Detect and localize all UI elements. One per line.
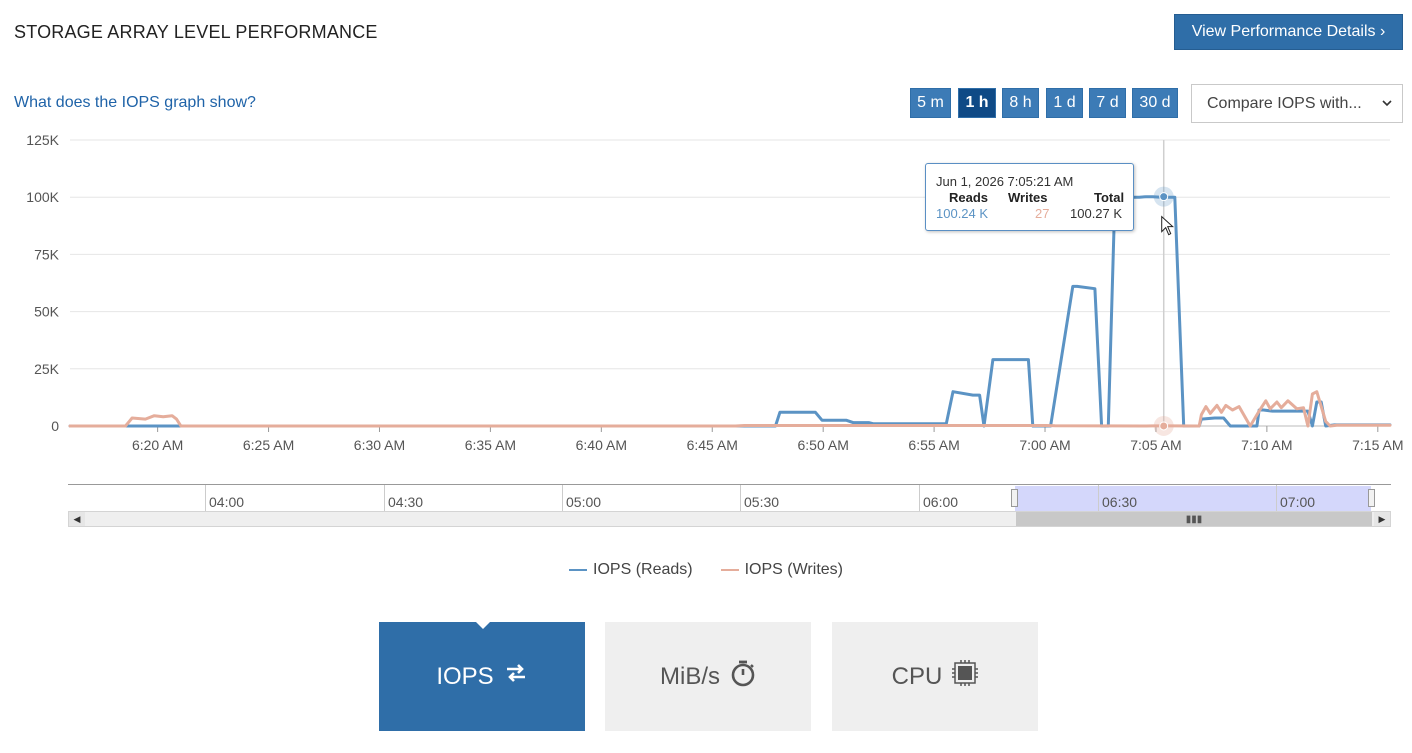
scroll-left-arrow-icon[interactable]: ◀ — [69, 512, 85, 526]
chevron-down-icon — [1382, 95, 1392, 116]
y-tick-label: 75K — [34, 246, 60, 262]
mibs-tile[interactable]: MiB/s — [605, 622, 811, 731]
y-tick-label: 25K — [34, 361, 60, 377]
hover-crosshair — [1153, 140, 1175, 436]
series-line-writes — [68, 390, 1392, 428]
navigator-left-handle[interactable] — [1011, 489, 1018, 507]
chart-tooltip: Jun 1, 2026 7:05:21 AM Reads Writes Tota… — [925, 163, 1134, 231]
y-tick-label: 100K — [26, 189, 59, 205]
scroll-right-arrow-icon[interactable]: ▶ — [1374, 512, 1390, 526]
y-tick-label: 50K — [34, 304, 60, 320]
legend-label-writes: IOPS (Writes) — [744, 561, 843, 578]
range-1d-button[interactable]: 1 d — [1046, 88, 1083, 118]
tooltip-reads-header: Reads — [949, 190, 989, 205]
tooltip-reads-value: 100.24 K — [936, 206, 989, 221]
view-performance-details-button[interactable]: View Performance Details › — [1174, 14, 1403, 50]
x-tick-label: 7:05 AM — [1130, 437, 1181, 453]
tooltip-writes-header: Writes — [1008, 190, 1048, 205]
cpu-tile-label: CPU — [891, 662, 943, 690]
navigator-tick — [1098, 485, 1099, 511]
navigator-label: 05:00 — [566, 494, 602, 510]
navigator-label: 05:30 — [744, 494, 780, 510]
navigator-right-handle[interactable] — [1368, 489, 1375, 507]
navigator-tick — [205, 485, 206, 511]
navigator-tick — [740, 485, 741, 511]
chart-grid — [70, 139, 1390, 427]
x-tick-label: 6:45 AM — [687, 437, 738, 453]
navigator-label: 06:00 — [923, 494, 959, 510]
page-title: STORAGE ARRAY LEVEL PERFORMANCE — [14, 22, 378, 42]
navigator-selection[interactable] — [1015, 486, 1371, 511]
legend-item-reads[interactable]: IOPS (Reads) — [569, 561, 693, 579]
active-tile-notch — [476, 622, 490, 629]
compare-iops-select[interactable]: Compare IOPS with... — [1191, 84, 1403, 123]
x-tick-label: 6:25 AM — [243, 437, 294, 453]
mibs-tile-label: MiB/s — [660, 662, 720, 690]
range-1h-button[interactable]: 1 h — [958, 88, 996, 118]
x-tick-label: 6:35 AM — [465, 437, 516, 453]
range-5m-button[interactable]: 5 m — [910, 88, 951, 118]
legend-item-writes[interactable]: IOPS (Writes) — [720, 561, 843, 579]
navigator-label: 04:30 — [388, 494, 424, 510]
y-tick-label: 125K — [26, 132, 59, 148]
stopwatch-icon — [730, 659, 756, 694]
legend-line-reads — [569, 569, 588, 571]
y-axis: 0 25K 50K 75K 100K 125K — [26, 132, 59, 434]
iops-chart[interactable]: 0 25K 50K 75K 100K 125K 6:20 AM 6:25 AM 6:30 AM… — [0, 128, 1412, 458]
x-tick-label: 6:20 AM — [132, 437, 183, 453]
x-tick-label: 7:00 AM — [1019, 437, 1070, 453]
x-tick-label: 6:50 AM — [797, 437, 848, 453]
tooltip-writes-value: 27 — [1035, 206, 1050, 221]
iops-help-link[interactable]: What does the IOPS graph show? — [14, 94, 256, 112]
navigator-label: 04:00 — [209, 494, 245, 510]
tooltip-total-header: Total — [1094, 190, 1125, 205]
iops-tile-label: IOPS — [436, 662, 494, 690]
reads-point-marker — [1159, 192, 1169, 202]
legend-label-reads: IOPS (Reads) — [593, 561, 693, 578]
navigator-tick — [919, 485, 920, 511]
swap-arrows-icon — [504, 661, 528, 692]
chart-legend: IOPS (Reads) IOPS (Writes) — [0, 561, 1412, 579]
x-tick-label: 6:55 AM — [908, 437, 959, 453]
compare-select-label: Compare IOPS with... — [1207, 94, 1362, 112]
tooltip-total-value: 100.27 K — [1070, 206, 1123, 221]
scrollbar-thumb[interactable]: ▮▮▮ — [1016, 512, 1372, 526]
legend-line-writes — [720, 569, 739, 571]
range-7d-button[interactable]: 7 d — [1089, 88, 1126, 118]
navigator-axis: 04:00 04:30 05:00 05:30 06:00 06:30 07:0… — [68, 484, 1391, 511]
cpu-tile[interactable]: CPU — [832, 622, 1038, 731]
x-tick-label: 7:15 AM — [1352, 437, 1403, 453]
x-tick-label: 7:10 AM — [1241, 437, 1292, 453]
navigator-label: 07:00 — [1280, 494, 1316, 510]
navigator-tick — [384, 485, 385, 511]
x-tick-label: 6:30 AM — [354, 437, 405, 453]
range-8h-button[interactable]: 8 h — [1002, 88, 1039, 118]
x-axis: 6:20 AM 6:25 AM 6:30 AM 6:35 AM 6:40 AM 6:45 … — [132, 426, 1403, 453]
cpu-chip-icon — [952, 660, 979, 693]
writes-point-marker — [1159, 421, 1169, 431]
tooltip-timestamp: Jun 1, 2026 7:05:21 AM — [936, 174, 1074, 189]
time-navigator[interactable]: 04:00 04:30 05:00 05:30 06:00 06:30 07:0… — [68, 484, 1391, 529]
iops-tile[interactable]: IOPS — [379, 622, 585, 731]
navigator-tick — [562, 485, 563, 511]
x-tick-label: 6:40 AM — [576, 437, 627, 453]
range-30d-button[interactable]: 30 d — [1132, 88, 1178, 118]
navigator-tick — [1276, 485, 1277, 511]
navigator-scrollbar[interactable]: ◀ ▮▮▮ ▶ — [68, 511, 1391, 527]
y-tick-label: 0 — [51, 418, 59, 434]
navigator-label: 06:30 — [1102, 494, 1138, 510]
